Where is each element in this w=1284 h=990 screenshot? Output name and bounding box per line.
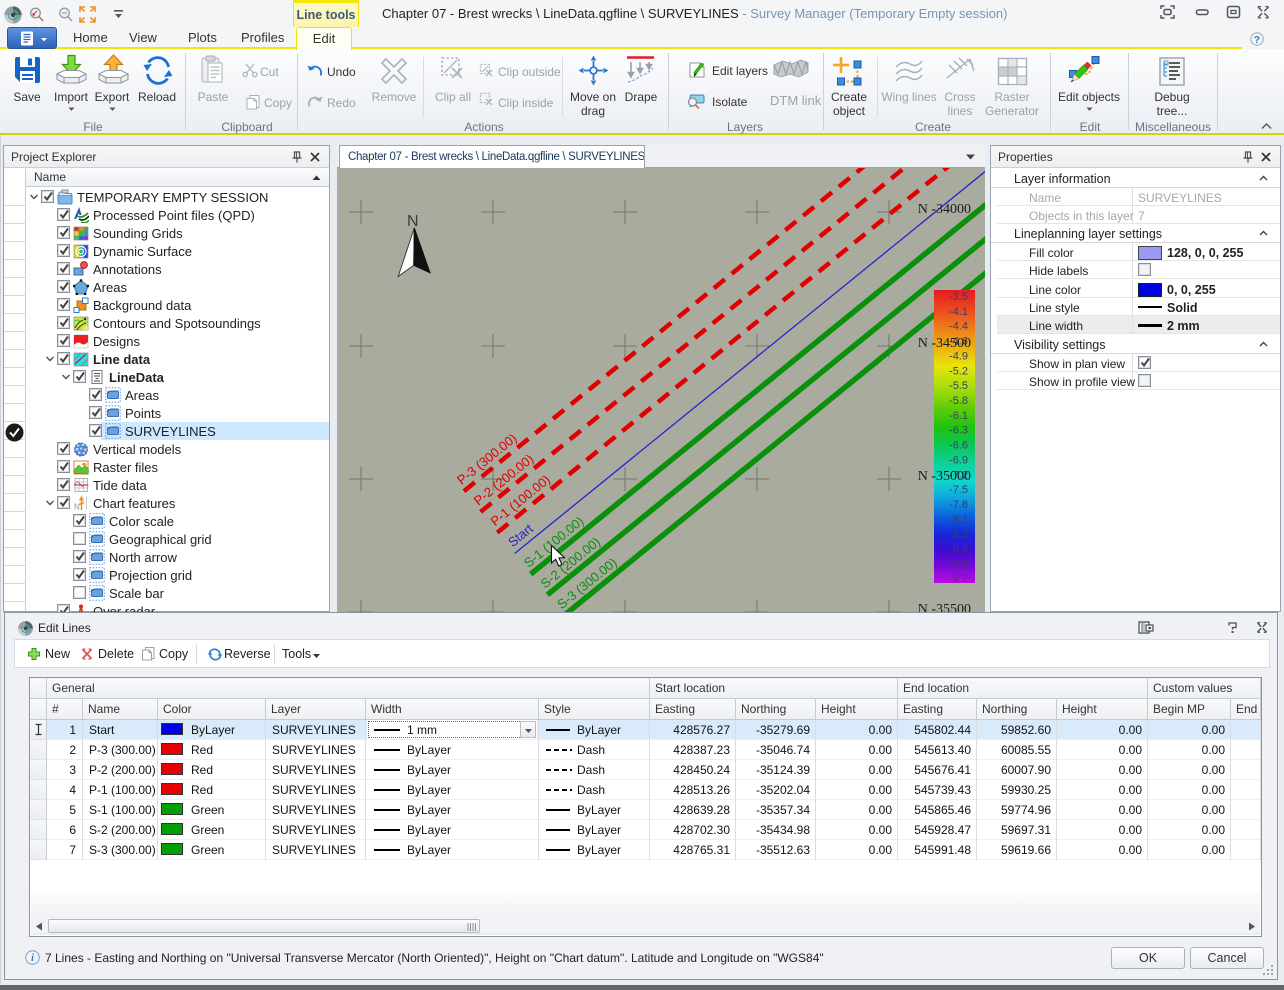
svg-text:N -35500: N -35500 [918, 602, 971, 612]
svg-text:-5.5: -5.5 [949, 380, 968, 392]
svg-text:-9.2: -9.2 [949, 573, 968, 585]
svg-text:-4.9: -4.9 [949, 350, 968, 362]
svg-text:Start: Start [505, 521, 536, 550]
svg-text:N: N [407, 213, 419, 230]
svg-text:N -35000: N -35000 [918, 469, 971, 484]
svg-text:-8.3: -8.3 [949, 529, 968, 541]
svg-text:-6.3: -6.3 [949, 425, 968, 437]
svg-text:-5.8: -5.8 [949, 395, 968, 407]
svg-text:-3.5: -3.5 [949, 291, 968, 303]
svg-text:-8.6: -8.6 [949, 544, 968, 556]
svg-text:i: i [31, 953, 34, 964]
svg-text:-6.1: -6.1 [949, 410, 968, 422]
svg-text:-4.1: -4.1 [949, 306, 968, 318]
svg-text:-8.1: -8.1 [949, 514, 968, 526]
svg-text:?: ? [1254, 34, 1260, 46]
svg-text:-8.9: -8.9 [949, 558, 968, 570]
svg-text:-5.2: -5.2 [949, 365, 968, 377]
svg-text:N -34500: N -34500 [918, 336, 971, 351]
svg-text:-6.9: -6.9 [949, 454, 968, 466]
svg-text:-7.8: -7.8 [949, 499, 968, 511]
svg-text:-6.6: -6.6 [949, 440, 968, 452]
svg-text:-4.4: -4.4 [949, 321, 968, 333]
svg-text:-7.5: -7.5 [949, 484, 968, 496]
svg-text:N -34000: N -34000 [918, 202, 971, 217]
